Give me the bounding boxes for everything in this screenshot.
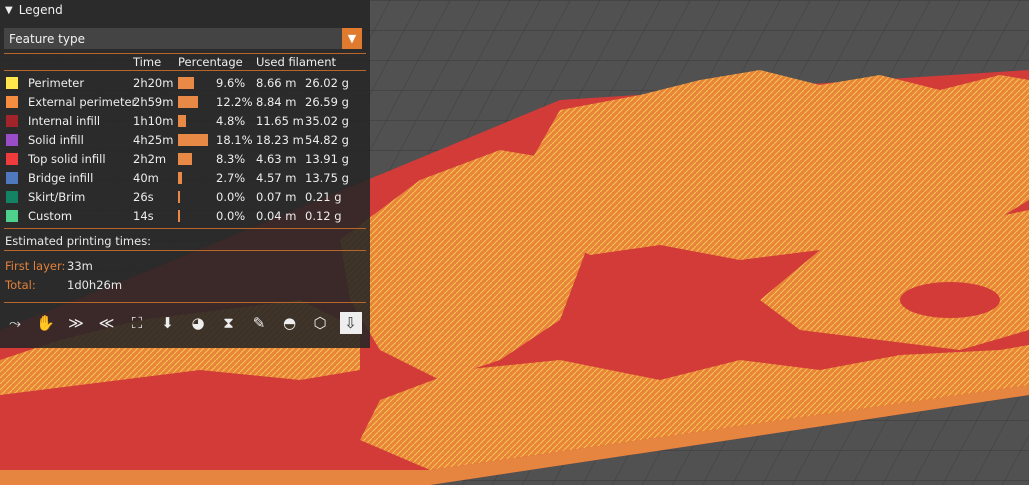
feature-name: External perimeter: [28, 95, 137, 109]
color-swatch: [6, 115, 18, 127]
percentage-bar: [178, 134, 208, 146]
feature-time: 2h59m: [133, 95, 174, 109]
shells-icon[interactable]: ⬡: [309, 312, 331, 334]
color-swatch: [6, 191, 18, 203]
col-time: Time: [133, 55, 162, 69]
flat-plateau: [630, 298, 770, 342]
feature-name: Custom: [28, 209, 73, 223]
custom-gcode-icon[interactable]: ✎: [248, 312, 270, 334]
legend-title: Legend: [18, 3, 63, 17]
estimated-times-label: Estimated printing times:: [5, 234, 152, 248]
separator: [4, 70, 366, 71]
collapse-triangle-icon[interactable]: ▼: [5, 5, 13, 16]
separator: [4, 53, 366, 54]
legend-row[interactable]: External perimeter 2h59m 12.2% 8.84 m 26.59 …: [0, 93, 370, 112]
feature-weight: 0.21 g: [305, 190, 342, 204]
separator: [4, 250, 366, 251]
percentage-bar: [178, 172, 183, 184]
feature-percentage: 4.8%: [216, 114, 246, 128]
legend-row[interactable]: Perimeter 2h20m 9.6% 8.66 m 26.02 g: [0, 74, 370, 93]
feature-name: Top solid infill: [28, 152, 106, 166]
feature-percentage: 8.3%: [216, 152, 246, 166]
col-percentage: Percentage: [178, 55, 243, 69]
flat-plateau-2: [900, 282, 1000, 318]
wipe-icon[interactable]: ✋: [35, 312, 57, 334]
feature-time: 14s: [133, 209, 154, 223]
total-value: 1d0h26m: [67, 278, 123, 292]
legend-row[interactable]: Custom 14s 0.0% 0.04 m 0.12 g: [0, 207, 370, 226]
feature-time: 2h2m: [133, 152, 167, 166]
tool-changes-icon[interactable]: ⬇: [157, 312, 179, 334]
seams-icon[interactable]: ⛶: [126, 312, 148, 334]
percentage-bar: [178, 210, 180, 222]
legend-row[interactable]: Top solid infill 2h2m 8.3% 4.63 m 13.91 g: [0, 150, 370, 169]
legend-row[interactable]: Skirt/Brim 26s 0.0% 0.07 m 0.21 g: [0, 188, 370, 207]
feature-length: 0.07 m: [256, 190, 297, 204]
feature-percentage: 18.1%: [216, 133, 253, 147]
percentage-bar: [178, 96, 199, 108]
feature-percentage: 9.6%: [216, 76, 246, 90]
feature-weight: 54.82 g: [305, 133, 349, 147]
feature-percentage: 12.2%: [216, 95, 253, 109]
feature-time: 26s: [133, 190, 154, 204]
feature-weight: 35.02 g: [305, 114, 349, 128]
view-type-value: Feature type: [9, 31, 85, 46]
feature-name: Internal infill: [28, 114, 101, 128]
color-swatch: [6, 172, 18, 184]
color-changes-icon[interactable]: ◕: [187, 312, 209, 334]
legend-row[interactable]: Solid infill 4h25m 18.1% 18.23 m 54.82 g: [0, 131, 370, 150]
percentage-bar: [178, 77, 194, 89]
separator: [4, 228, 366, 229]
pause-print-icon[interactable]: ⧗: [218, 312, 240, 334]
feature-time: 2h20m: [133, 76, 174, 90]
center-of-gravity-icon[interactable]: ◓: [279, 312, 301, 334]
deretractions-icon[interactable]: ≪: [96, 312, 118, 334]
color-swatch: [6, 210, 18, 222]
feature-name: Perimeter: [28, 76, 85, 90]
tool-marker-icon[interactable]: ⇩: [339, 312, 362, 334]
feature-length: 8.66 m: [256, 76, 297, 90]
feature-weight: 0.12 g: [305, 209, 342, 223]
legend-panel: ▼ Legend Feature type ▼ Time Percentage …: [0, 0, 370, 348]
feature-percentage: 2.7%: [216, 171, 246, 185]
feature-percentage: 0.0%: [216, 209, 246, 223]
feature-name: Skirt/Brim: [28, 190, 86, 204]
percentage-bar: [178, 191, 180, 203]
feature-length: 8.84 m: [256, 95, 297, 109]
legend-row[interactable]: Bridge infill 40m 2.7% 4.57 m 13.75 g: [0, 169, 370, 188]
feature-length: 18.23 m: [256, 133, 304, 147]
feature-length: 0.04 m: [256, 209, 297, 223]
feature-time: 4h25m: [133, 133, 174, 147]
feature-weight: 13.91 g: [305, 152, 349, 166]
color-swatch: [6, 153, 18, 165]
col-used-filament: Used filament: [256, 55, 337, 69]
feature-time: 1h10m: [133, 114, 174, 128]
feature-weight: 26.02 g: [305, 76, 349, 90]
retractions-icon[interactable]: ≫: [65, 312, 87, 334]
legend-title-bar[interactable]: ▼ Legend: [0, 0, 370, 20]
feature-length: 4.63 m: [256, 152, 297, 166]
travel-icon[interactable]: ⤳: [4, 312, 26, 334]
feature-percentage: 0.0%: [216, 190, 246, 204]
feature-weight: 26.59 g: [305, 95, 349, 109]
first-layer-label: First layer:: [5, 259, 66, 273]
legend-toolbar: ⤳ ✋ ≫ ≪ ⛶ ⬇ ◕ ⧗ ✎ ◓ ⬡ ⇩: [4, 312, 366, 336]
dropdown-arrow-icon[interactable]: ▼: [342, 28, 362, 49]
color-swatch: [6, 96, 18, 108]
feature-time: 40m: [133, 171, 159, 185]
feature-name: Bridge infill: [28, 171, 94, 185]
separator: [4, 302, 366, 303]
color-swatch: [6, 134, 18, 146]
feature-weight: 13.75 g: [305, 171, 349, 185]
feature-length: 11.65 m: [256, 114, 304, 128]
feature-length: 4.57 m: [256, 171, 297, 185]
percentage-bar: [178, 153, 192, 165]
legend-row[interactable]: Internal infill 1h10m 4.8% 11.65 m 35.02 g: [0, 112, 370, 131]
first-layer-value: 33m: [67, 259, 93, 273]
view-type-select[interactable]: Feature type ▼: [4, 28, 362, 49]
color-swatch: [6, 77, 18, 89]
percentage-bar: [178, 115, 186, 127]
feature-name: Solid infill: [28, 133, 84, 147]
total-label: Total:: [5, 278, 36, 292]
